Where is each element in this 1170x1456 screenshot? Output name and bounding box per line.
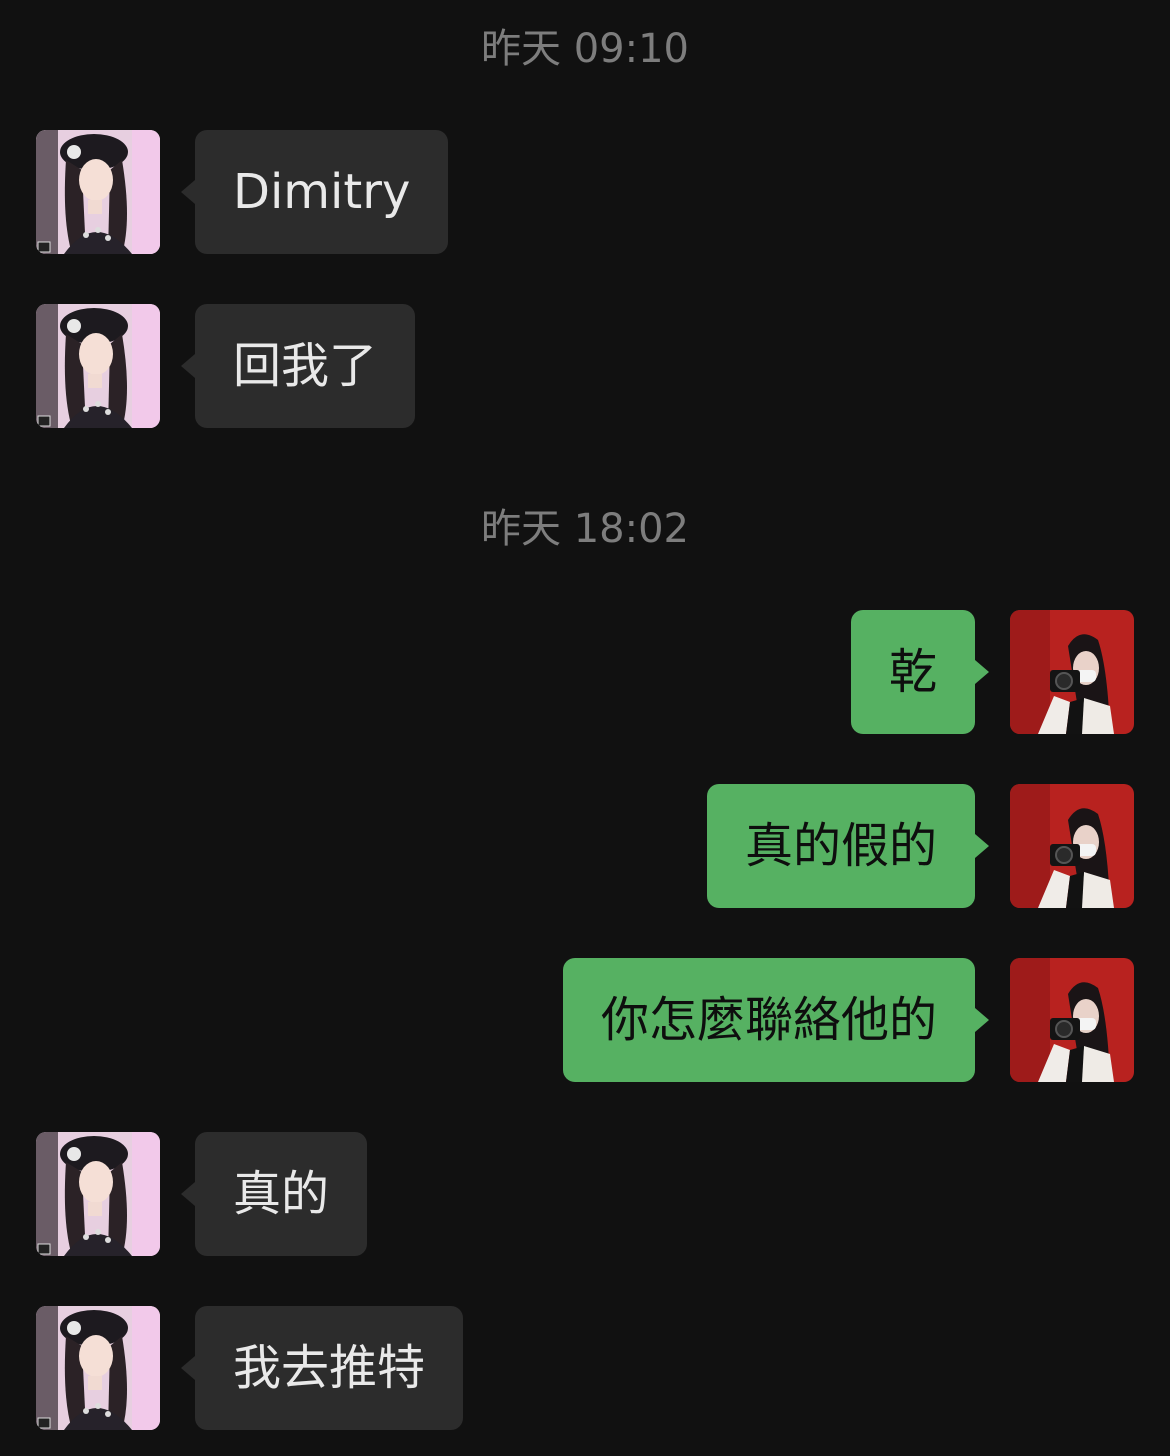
contact-avatar-icon <box>36 304 160 428</box>
incoming-message-bubble[interactable]: Dimitry <box>180 130 449 254</box>
message-row: 真的假的 <box>0 784 1170 908</box>
timestamp: 昨天 09:10 <box>481 26 689 72</box>
message-row: Dimitry <box>0 130 1170 254</box>
incoming-message-bubble[interactable]: 我去推特 <box>180 1306 464 1430</box>
outgoing-message-bubble[interactable]: 你怎麼聯絡他的 <box>562 958 990 1082</box>
chat-view: 昨天 09:10 Dimitry 回我了 昨天 18:02 乾 真的假的 你怎麼… <box>0 0 1170 1456</box>
self-avatar-icon <box>1010 958 1134 1082</box>
self-avatar-icon <box>1010 784 1134 908</box>
message-row: 回我了 <box>0 304 1170 428</box>
timestamp: 昨天 18:02 <box>481 506 689 552</box>
self-avatar-icon <box>1010 610 1134 734</box>
outgoing-message-bubble[interactable]: 真的假的 <box>706 784 990 908</box>
outgoing-message-bubble[interactable]: 乾 <box>850 610 990 734</box>
contact-avatar[interactable] <box>36 1306 160 1430</box>
message-row: 你怎麼聯絡他的 <box>0 958 1170 1082</box>
contact-avatar[interactable] <box>36 1132 160 1256</box>
contact-avatar-icon <box>36 1132 160 1256</box>
contact-avatar[interactable] <box>36 304 160 428</box>
incoming-message-bubble[interactable]: 真的 <box>180 1132 368 1256</box>
contact-avatar[interactable] <box>36 130 160 254</box>
self-avatar[interactable] <box>1010 610 1134 734</box>
contact-avatar-icon <box>36 130 160 254</box>
self-avatar[interactable] <box>1010 958 1134 1082</box>
message-row: 乾 <box>0 610 1170 734</box>
message-row: 我去推特 <box>0 1306 1170 1430</box>
self-avatar[interactable] <box>1010 784 1134 908</box>
incoming-message-bubble[interactable]: 回我了 <box>180 304 416 428</box>
contact-avatar-icon <box>36 1306 160 1430</box>
message-row: 真的 <box>0 1132 1170 1256</box>
